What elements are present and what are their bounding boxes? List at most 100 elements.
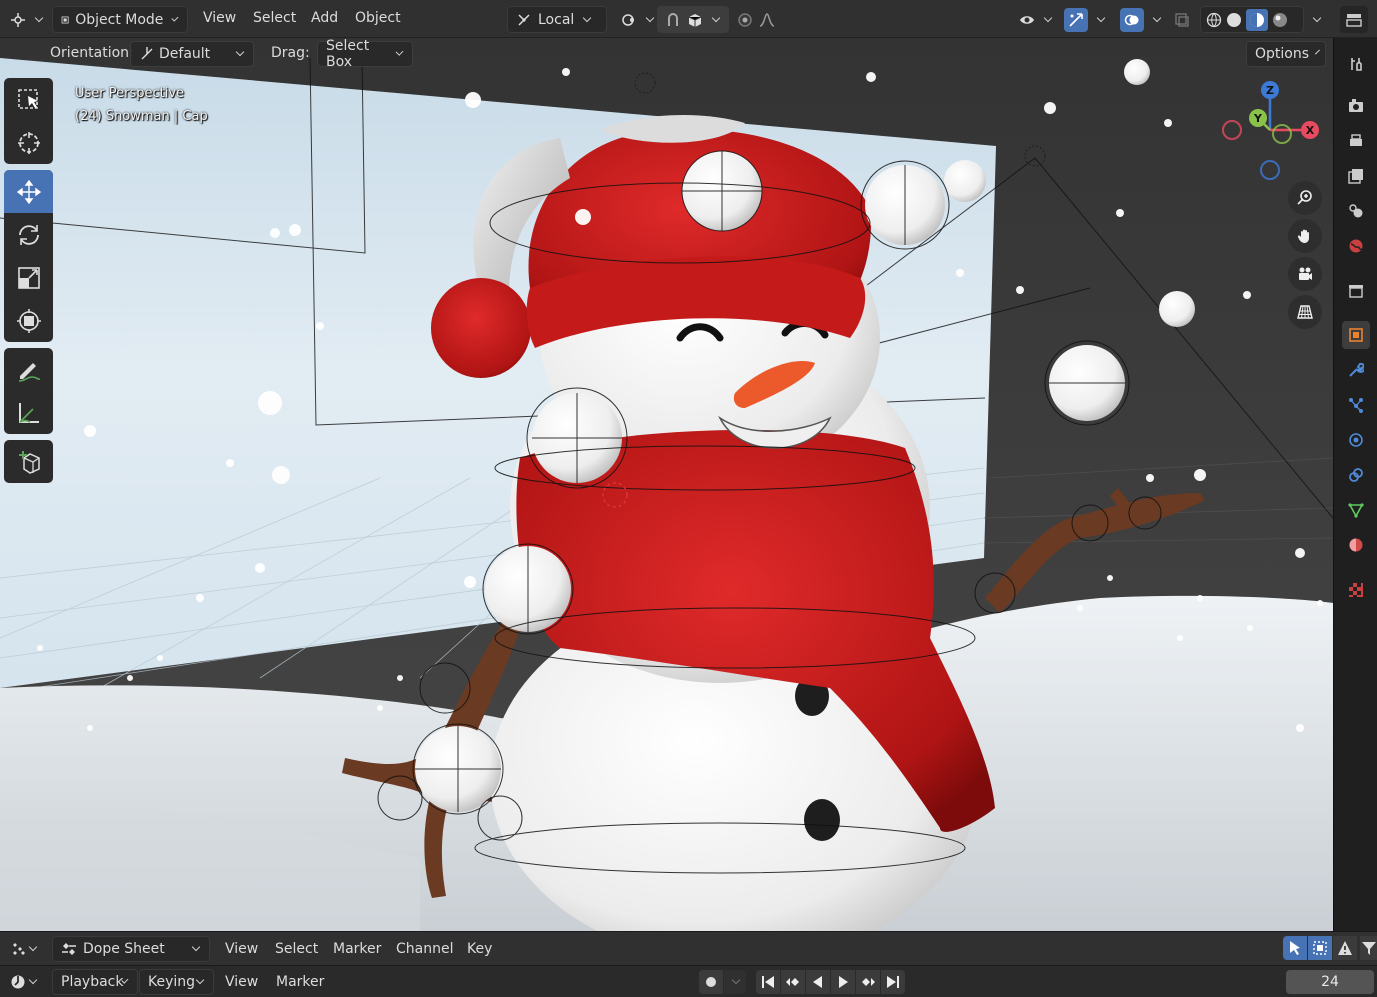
transform-icon bbox=[16, 308, 41, 333]
scale-tool[interactable] bbox=[4, 256, 53, 299]
local-orientation-icon bbox=[518, 13, 530, 26]
tab-data[interactable] bbox=[1342, 496, 1370, 524]
select-box-icon bbox=[17, 88, 38, 109]
dopesheet-menu-key[interactable]: Key bbox=[467, 941, 492, 957]
jump-start-button[interactable] bbox=[756, 970, 780, 994]
select-box-tool[interactable] bbox=[4, 78, 53, 121]
dopesheet-menu-marker[interactable]: Marker bbox=[333, 941, 381, 957]
current-frame-field[interactable]: 24 bbox=[1286, 970, 1374, 994]
play-reverse-button[interactable] bbox=[806, 970, 830, 994]
tool-group-select bbox=[4, 78, 53, 164]
dopesheet-header: Dope Sheet View Select Marker Channel Ke… bbox=[0, 931, 1377, 965]
orientation-dropdown[interactable]: Default bbox=[130, 41, 254, 67]
visibility-button[interactable] bbox=[1011, 6, 1061, 33]
cursor-tool[interactable] bbox=[4, 121, 53, 164]
shading-mode-group[interactable] bbox=[1200, 6, 1304, 33]
add-cube-tool[interactable] bbox=[4, 440, 53, 483]
overlay-toggle-bg bbox=[1120, 7, 1144, 32]
jump-end-button[interactable] bbox=[881, 970, 905, 994]
menu-view[interactable]: View bbox=[203, 10, 236, 26]
wireframe-shading-icon[interactable] bbox=[1206, 12, 1222, 28]
only-selected-toggle[interactable] bbox=[1283, 936, 1307, 960]
mode-dropdown[interactable]: Object Mode bbox=[52, 6, 188, 33]
timeline-editor-type-button[interactable] bbox=[2, 969, 46, 995]
transform-tool[interactable] bbox=[4, 299, 53, 342]
3d-viewport[interactable]: Orientation: Default Drag: Select Box Op… bbox=[0, 38, 1333, 931]
dopesheet-editor-icon bbox=[13, 943, 25, 955]
jump-keyframe-forward-button[interactable] bbox=[856, 970, 880, 994]
playback-dropdown[interactable]: Playback bbox=[52, 969, 138, 995]
tab-physics[interactable] bbox=[1342, 426, 1370, 454]
drag-dropdown[interactable]: Select Box bbox=[317, 38, 413, 70]
collection-icon bbox=[1349, 285, 1363, 298]
dopesheet-menu-select[interactable]: Select bbox=[275, 941, 318, 957]
tab-render[interactable] bbox=[1342, 92, 1370, 120]
transform-orientation-dropdown[interactable]: Local bbox=[507, 6, 607, 33]
measure-tool[interactable] bbox=[4, 391, 53, 434]
physics-icon bbox=[1349, 433, 1363, 447]
options-dropdown[interactable]: Options bbox=[1246, 41, 1326, 67]
zoom-button[interactable] bbox=[1288, 181, 1322, 215]
tab-particles[interactable] bbox=[1342, 391, 1370, 419]
chevron-down-icon bbox=[1152, 13, 1162, 22]
tab-view-layer[interactable] bbox=[1342, 162, 1370, 190]
tab-output[interactable] bbox=[1342, 127, 1370, 155]
tab-tool[interactable] bbox=[1342, 50, 1370, 78]
cursor-icon bbox=[17, 131, 40, 154]
camera-view-button[interactable] bbox=[1288, 257, 1322, 291]
cursor-arrow-icon bbox=[1290, 941, 1300, 955]
annotate-tool[interactable] bbox=[4, 348, 53, 391]
snap-icon bbox=[668, 12, 678, 26]
chevron-down-icon bbox=[1096, 13, 1106, 22]
workspace-button[interactable] bbox=[1340, 6, 1368, 33]
keying-dropdown[interactable]: Keying bbox=[139, 969, 214, 995]
perspective-toggle-button[interactable] bbox=[1288, 295, 1322, 329]
dopesheet-menu-channel[interactable]: Channel bbox=[396, 941, 453, 957]
tab-modifier[interactable] bbox=[1342, 356, 1370, 384]
properties-tab-strip bbox=[1333, 38, 1377, 931]
auto-keying-options[interactable] bbox=[724, 970, 746, 994]
solid-shading-icon[interactable] bbox=[1226, 12, 1242, 28]
jump-keyframe-back-button[interactable] bbox=[781, 970, 805, 994]
timeline-menu-view[interactable]: View bbox=[225, 974, 258, 990]
move-tool[interactable] bbox=[4, 170, 53, 213]
dopesheet-mode-dropdown[interactable]: Dope Sheet bbox=[52, 936, 210, 962]
filters-button[interactable] bbox=[1360, 936, 1377, 960]
xray-toggle[interactable] bbox=[1166, 6, 1198, 33]
tab-object[interactable] bbox=[1342, 321, 1370, 349]
tab-texture[interactable] bbox=[1342, 576, 1370, 604]
rendered-shading-icon[interactable] bbox=[1272, 12, 1288, 28]
snap-toggle[interactable] bbox=[657, 6, 729, 33]
menu-object[interactable]: Object bbox=[355, 10, 401, 26]
material-shading-icon[interactable] bbox=[1249, 12, 1265, 28]
auto-keying-toggle[interactable] bbox=[699, 970, 723, 994]
tab-constraints[interactable] bbox=[1342, 461, 1370, 489]
show-hidden-toggle[interactable] bbox=[1308, 936, 1332, 960]
tab-collection[interactable] bbox=[1342, 277, 1370, 305]
move-icon bbox=[16, 179, 41, 204]
only-errors-toggle[interactable] bbox=[1333, 936, 1357, 960]
overlay-toggle[interactable] bbox=[1112, 6, 1170, 33]
timeline-menu-marker[interactable]: Marker bbox=[276, 974, 324, 990]
xray-icon bbox=[1175, 12, 1189, 27]
gizmo-y-label: Y bbox=[1253, 112, 1263, 125]
menu-add[interactable]: Add bbox=[311, 10, 338, 26]
menu-select[interactable]: Select bbox=[253, 10, 296, 26]
dopesheet-menu-view[interactable]: View bbox=[225, 941, 258, 957]
editor-type-button[interactable] bbox=[2, 6, 52, 33]
play-button[interactable] bbox=[831, 970, 855, 994]
dopesheet-editor-type-button[interactable] bbox=[2, 936, 46, 962]
tab-scene[interactable] bbox=[1342, 197, 1370, 225]
pan-button[interactable] bbox=[1288, 219, 1322, 253]
tab-material[interactable] bbox=[1342, 531, 1370, 559]
rotate-icon bbox=[18, 224, 39, 245]
navigation-gizmo[interactable]: Z X Y bbox=[1218, 78, 1328, 183]
gizmo-z-label: Z bbox=[1266, 84, 1274, 97]
tab-world[interactable] bbox=[1342, 232, 1370, 260]
gizmo-toggle[interactable] bbox=[1056, 6, 1114, 33]
chevron-down-icon bbox=[235, 47, 245, 57]
proportional-editing-button[interactable] bbox=[729, 6, 783, 33]
pivot-point-button[interactable] bbox=[613, 6, 663, 33]
rotate-tool[interactable] bbox=[4, 213, 53, 256]
shading-options-button[interactable] bbox=[1306, 6, 1326, 33]
